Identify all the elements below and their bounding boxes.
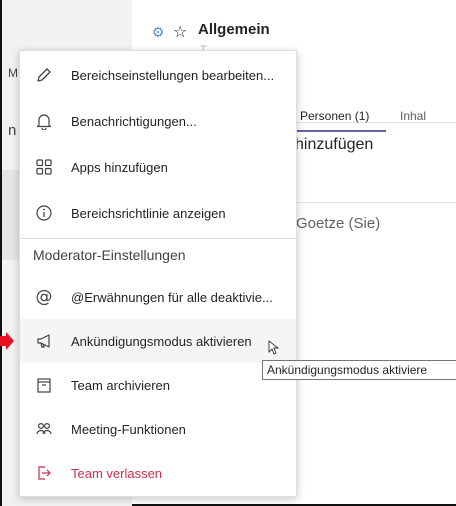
channel-title: Allgemein — [198, 21, 270, 38]
tooltip: Ankündigungsmodus aktiviere — [262, 360, 456, 380]
menu-divider — [20, 238, 296, 239]
sidebar-letter-n: n — [8, 122, 17, 139]
menu-item-meeting-features[interactable]: Meeting-Funktionen — [20, 407, 296, 451]
menu-item-edit-settings[interactable]: Bereichseinstellungen bearbeiten... — [20, 53, 296, 97]
leave-icon — [33, 462, 55, 484]
menu-item-add-apps[interactable]: Apps hinzufügen — [20, 145, 296, 189]
archive-icon — [33, 374, 55, 396]
menu-item-notifications[interactable]: Benachrichtigungen... — [20, 99, 296, 143]
menu-item-leave-team[interactable]: Team verlassen — [20, 451, 296, 495]
section-divider — [292, 202, 456, 203]
star-icon[interactable]: ☆ — [173, 22, 187, 42]
tab-inhalt[interactable]: Inhal — [400, 109, 426, 123]
menu-item-disable-mentions[interactable]: @ @Erwähnungen für alle deaktivie... — [20, 275, 296, 319]
menu-item-label: Meeting-Funktionen — [71, 421, 186, 437]
menu-item-label: Ankündigungsmodus aktivieren — [71, 333, 252, 349]
pencil-icon — [33, 64, 55, 86]
red-arrow-icon — [0, 332, 14, 350]
tab-active-indicator — [292, 130, 386, 132]
channel-options-menu: Bereichseinstellungen bearbeiten... Bena… — [19, 50, 297, 497]
moderator-section-header: Moderator-Einstellungen — [33, 247, 186, 263]
menu-item-label: Bereichseinstellungen bearbeiten... — [71, 67, 275, 83]
menu-item-label: Team archivieren — [71, 377, 170, 393]
mouse-cursor-icon — [268, 340, 280, 355]
tab-personen[interactable]: Personen (1) — [300, 109, 369, 123]
menu-item-label: Bereichsrichtlinie anzeigen — [71, 205, 226, 221]
sidebar-letter-m: M — [8, 66, 18, 80]
menu-item-label: Apps hinzufügen — [71, 159, 168, 175]
apps-grid-icon — [33, 156, 55, 178]
gear-icon[interactable]: ⚙ — [150, 24, 166, 40]
menu-item-channel-policy[interactable]: Bereichsrichtlinie anzeigen — [20, 191, 296, 235]
member-name: Goetze (Sie) — [296, 215, 381, 232]
menu-item-label: Benachrichtigungen... — [71, 113, 197, 129]
info-icon — [33, 202, 55, 224]
menu-item-label: @Erwähnungen für alle deaktivie... — [71, 289, 273, 305]
bell-icon — [33, 110, 55, 132]
add-section-title: hinzufügen — [295, 136, 374, 153]
megaphone-icon — [33, 330, 55, 352]
people-icon — [33, 418, 55, 440]
menu-item-label: Team verlassen — [71, 465, 163, 481]
at-icon: @ — [35, 287, 53, 307]
menu-item-announcement-mode[interactable]: Ankündigungsmodus aktivieren — [20, 319, 296, 363]
menu-item-archive-team[interactable]: Team archivieren — [20, 363, 296, 407]
